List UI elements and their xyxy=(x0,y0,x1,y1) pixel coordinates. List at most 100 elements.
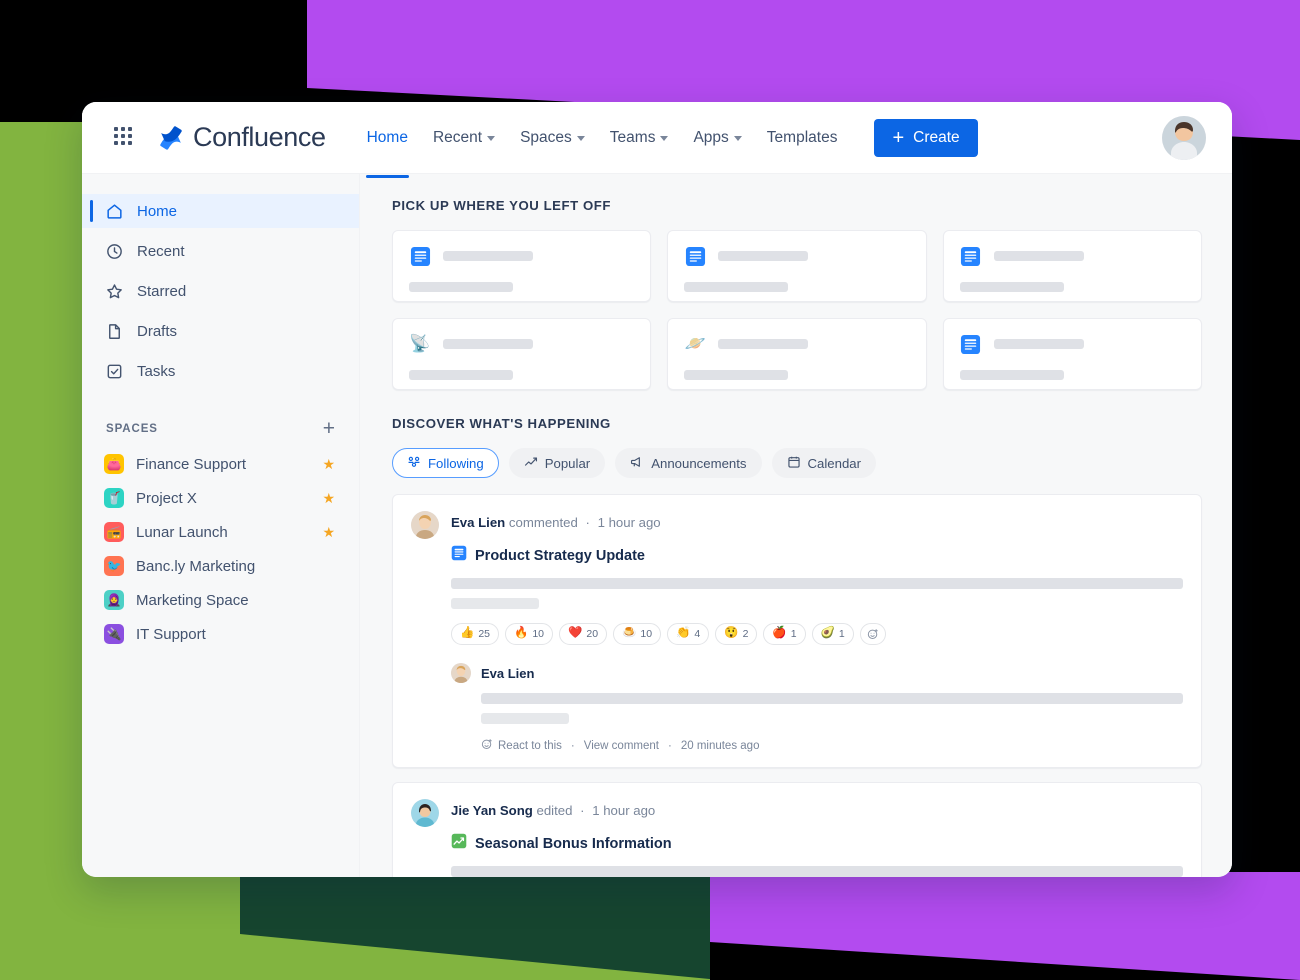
avatar[interactable] xyxy=(451,663,471,683)
placeholder-subtitle-bar xyxy=(959,282,1064,292)
reaction-count: 2 xyxy=(742,628,749,640)
react-to-this-link[interactable]: React to this xyxy=(498,740,562,752)
placeholder-comment-line xyxy=(481,693,1183,704)
cup-icon: 🥤 xyxy=(104,488,124,508)
placeholder-subtitle-bar xyxy=(684,370,789,380)
reaction-count: 1 xyxy=(838,628,845,640)
sidebar-item-starred[interactable]: Starred xyxy=(82,274,359,308)
space-label: IT Support xyxy=(136,625,206,643)
sidebar-space-lunar-launch[interactable]: 📻 Lunar Launch ★ xyxy=(82,515,359,549)
add-reaction-icon[interactable] xyxy=(859,623,886,645)
nav-link-home-label: Home xyxy=(366,128,408,146)
feed-page-title[interactable]: Product Strategy Update xyxy=(475,548,645,564)
nav-link-apps[interactable]: Apps xyxy=(682,119,752,157)
sidebar-item-recent[interactable]: Recent xyxy=(82,234,359,268)
confluence-logo[interactable]: Confluence xyxy=(158,122,326,153)
sidebar-space-project-x[interactable]: 🥤 Project X ★ xyxy=(82,481,359,515)
spaces-list: 👛 Finance Support ★ 🥤 Project X ★ 📻 Luna… xyxy=(82,447,359,651)
discover-filter-tabs: Following Popular Announcements Calendar xyxy=(392,448,1202,478)
separator-dot: · xyxy=(570,739,575,752)
add-reaction-icon[interactable] xyxy=(481,738,493,753)
blue-page-icon xyxy=(409,245,431,267)
avocado-icon: 🥑 xyxy=(820,627,835,640)
reaction-count: 25 xyxy=(478,628,491,640)
avatar[interactable] xyxy=(411,799,439,827)
nav-link-templates[interactable]: Templates xyxy=(756,119,849,157)
feed-page-title[interactable]: Seasonal Bonus Information xyxy=(475,836,672,852)
placeholder-body-line xyxy=(451,866,1183,877)
sidebar-item-recent-label: Recent xyxy=(137,242,185,260)
brand-name: Confluence xyxy=(193,122,326,152)
placeholder-comment-line xyxy=(481,713,569,724)
clapping-hands-icon: 👏 xyxy=(676,627,691,640)
radio-icon: 📻 xyxy=(104,522,124,542)
feed-action-label: commented xyxy=(508,515,578,530)
star-filled-icon[interactable]: ★ xyxy=(322,456,335,473)
page-root: Confluence Home Recent Spaces Teams Apps… xyxy=(0,0,1300,980)
megaphone-icon xyxy=(630,455,644,472)
sidebar-item-home[interactable]: Home xyxy=(82,194,359,228)
placeholder-title-bar xyxy=(993,339,1084,349)
feed-item-meta: Eva Lien commented · 1 hour ago xyxy=(451,511,661,530)
pickup-card[interactable] xyxy=(942,230,1202,302)
reaction-bar: 👍 25 🔥 10 ❤️ 20 🍮 10 👏 4 😲 2 🍎 1 🥑 1 xyxy=(451,623,1183,645)
pickup-card[interactable] xyxy=(392,230,652,302)
tab-following[interactable]: Following xyxy=(392,448,499,478)
nav-link-recent[interactable]: Recent xyxy=(422,119,506,157)
tab-announcements[interactable]: Announcements xyxy=(615,448,762,478)
star-filled-icon[interactable]: ★ xyxy=(322,524,335,541)
placeholder-title-bar xyxy=(443,251,533,261)
reaction-chip-fire[interactable]: 🔥 10 xyxy=(505,623,554,645)
reaction-chip-apple[interactable]: 🍎 1 xyxy=(763,623,806,645)
reaction-chip-thumbsup[interactable]: 👍 25 xyxy=(451,623,500,645)
sidebar-item-drafts[interactable]: Drafts xyxy=(82,314,359,348)
plus-icon: + xyxy=(892,126,905,149)
nav-link-teams-label: Teams xyxy=(609,128,656,146)
pickup-card[interactable]: 🪐 xyxy=(667,318,927,390)
home-icon xyxy=(104,201,124,221)
view-comment-link[interactable]: View comment xyxy=(584,740,659,752)
create-button[interactable]: + Create xyxy=(874,118,978,157)
feed-action-label: edited xyxy=(536,803,573,818)
pickup-card[interactable] xyxy=(942,318,1202,390)
reaction-chip-clap[interactable]: 👏 4 xyxy=(667,623,710,645)
sidebar-space-marketing-space[interactable]: 🧕 Marketing Space xyxy=(82,583,359,617)
feed-timestamp: 1 hour ago xyxy=(592,803,656,818)
nav-link-apps-label: Apps xyxy=(693,128,729,146)
tab-popular[interactable]: Popular xyxy=(508,448,606,478)
nav-link-spaces-label: Spaces xyxy=(520,128,572,146)
placeholder-title-bar xyxy=(993,251,1084,261)
chevron-down-icon xyxy=(576,136,585,141)
reaction-chip-heart[interactable]: ❤️ 20 xyxy=(559,623,608,645)
sidebar-item-tasks[interactable]: Tasks xyxy=(82,354,359,388)
separator-dot: · xyxy=(585,515,590,530)
sidebar-space-bancly-marketing[interactable]: 🐦 Banc.ly Marketing xyxy=(82,549,359,583)
person-icon: 🧕 xyxy=(104,590,124,610)
reaction-chip-avocado[interactable]: 🥑 1 xyxy=(811,623,854,645)
pickup-card[interactable]: 📡 xyxy=(392,318,652,390)
sidebar-space-it-support[interactable]: 🔌 IT Support xyxy=(82,617,359,651)
reaction-chip-pudding[interactable]: 🍮 10 xyxy=(613,623,662,645)
confluence-app-window: Confluence Home Recent Spaces Teams Apps… xyxy=(82,102,1232,877)
placeholder-subtitle-bar xyxy=(684,282,789,292)
nav-link-spaces[interactable]: Spaces xyxy=(509,119,596,157)
grid-apps-icon[interactable] xyxy=(114,126,136,149)
space-label: Banc.ly Marketing xyxy=(136,557,256,575)
pickup-card[interactable] xyxy=(667,230,927,302)
avatar[interactable] xyxy=(411,511,439,539)
feed-timestamp: 1 hour ago xyxy=(597,515,661,530)
star-filled-icon[interactable]: ★ xyxy=(322,490,335,507)
nav-link-home[interactable]: Home xyxy=(356,119,419,178)
sidebar-item-drafts-label: Drafts xyxy=(137,322,178,340)
avatar[interactable] xyxy=(1162,115,1206,160)
reaction-count: 20 xyxy=(586,628,599,640)
add-space-button[interactable]: + xyxy=(323,418,335,439)
reaction-chip-astonished[interactable]: 😲 2 xyxy=(715,623,758,645)
feed-item-meta: Jie Yan Song edited · 1 hour ago xyxy=(451,799,655,818)
sidebar-space-finance-support[interactable]: 👛 Finance Support ★ xyxy=(82,447,359,481)
sidebar-item-tasks-label: Tasks xyxy=(137,362,176,380)
tab-calendar[interactable]: Calendar xyxy=(771,448,877,478)
nav-link-teams[interactable]: Teams xyxy=(599,119,680,157)
sidebar: Home Recent Starred Drafts Tasks SPACES … xyxy=(82,174,360,877)
comment-timestamp: 20 minutes ago xyxy=(680,739,760,752)
